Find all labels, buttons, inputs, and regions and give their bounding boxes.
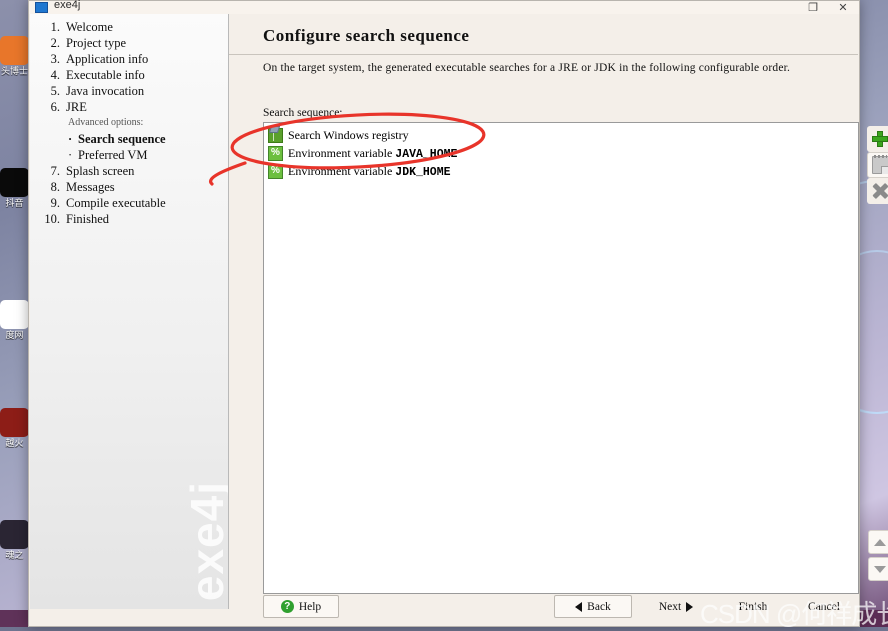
step-number: 6.: [38, 99, 60, 115]
step-number: 2.: [38, 35, 60, 51]
csdn-watermark: CSDN @何祥成长日志: [700, 594, 888, 631]
step-label: Java invocation: [66, 83, 144, 99]
arrow-left-icon: [575, 602, 582, 612]
back-label: Back: [587, 601, 611, 613]
next-label: Next: [659, 601, 681, 613]
title-divider: [229, 54, 858, 55]
sidebar-subitem-preferred-vm[interactable]: ·Preferred VM: [30, 147, 228, 163]
sidebar-subitem-search-sequence[interactable]: ·Search sequence: [30, 131, 228, 147]
search-sequence-row[interactable]: Search Windows registry: [264, 126, 858, 144]
step-label: Compile executable: [66, 195, 166, 211]
step-number: 10.: [38, 211, 60, 227]
help-label: Help: [299, 601, 321, 613]
close-icon[interactable]: ✕: [829, 1, 857, 14]
search-sequence-label: Search sequence:: [263, 107, 343, 119]
search-sequence-row[interactable]: % Environment variable JDK_HOME: [264, 162, 858, 180]
close-x-icon: [872, 183, 888, 199]
row-value: JAVA_HOME: [395, 148, 457, 161]
window-title: exe4j: [54, 0, 80, 11]
row-label: Search Windows registry: [288, 128, 409, 143]
sidebar-step-splash-screen[interactable]: 7. Splash screen: [30, 163, 228, 179]
step-number: 8.: [38, 179, 60, 195]
step-label: Messages: [66, 179, 115, 195]
search-sequence-row[interactable]: % Environment variable JAVA_HOME: [264, 144, 858, 162]
advanced-options-label: Advanced options:: [30, 115, 228, 131]
step-number: 4.: [38, 67, 60, 83]
sidebar-step-jre[interactable]: 6. JRE: [30, 99, 228, 115]
desktop-icon-column: 头博士抖音度网越火魂之: [0, 0, 29, 627]
desktop-icon[interactable]: [0, 520, 29, 549]
desktop-icon[interactable]: [0, 168, 29, 197]
desktop-icon[interactable]: [0, 36, 29, 65]
maximize-icon[interactable]: ❐: [799, 1, 827, 14]
percent-icon: %: [268, 146, 283, 161]
notepad-icon: [872, 156, 888, 174]
sidebar-step-compile-executable[interactable]: 9. Compile executable: [30, 195, 228, 211]
step-label: Splash screen: [66, 163, 134, 179]
back-button[interactable]: Back: [554, 595, 632, 618]
question-mark-icon: ?: [281, 600, 294, 613]
step-label: Welcome: [66, 19, 113, 35]
sidebar-step-java-invocation[interactable]: 5. Java invocation: [30, 83, 228, 99]
row-label: Environment variable JDK_HOME: [288, 164, 451, 179]
desktop-icon[interactable]: [0, 408, 29, 437]
step-label: JRE: [66, 99, 87, 115]
add-entry-button[interactable]: [867, 126, 888, 152]
percent-icon: %: [268, 164, 283, 179]
search-sequence-list[interactable]: Search Windows registry% Environment vari…: [263, 122, 859, 594]
step-number: 9.: [38, 195, 60, 211]
sidebar-step-welcome[interactable]: 1. Welcome: [30, 19, 228, 35]
row-text: Environment variable: [288, 164, 392, 178]
step-number: 1.: [38, 19, 60, 35]
step-label: Finished: [66, 211, 109, 227]
edit-entry-button[interactable]: [867, 152, 888, 178]
desktop-icon[interactable]: [0, 300, 29, 329]
desktop-icon-label: 度网: [0, 330, 29, 340]
step-number: 5.: [38, 83, 60, 99]
subitem-label: Search sequence: [78, 132, 166, 146]
desktop-icon-label: 抖音: [0, 198, 29, 208]
step-number: 3.: [38, 51, 60, 67]
intro-text: On the target system, the generated exec…: [263, 61, 822, 76]
sidebar-step-project-type[interactable]: 2. Project type: [30, 35, 228, 51]
sidebar-watermark: exe4j: [180, 481, 229, 601]
registry-icon: [268, 128, 283, 143]
window-titlebar: exe4j ❐ ✕: [29, 1, 859, 14]
desktop-icon-label: 越火: [0, 438, 29, 448]
sidebar-step-finished[interactable]: 10. Finished: [30, 211, 228, 227]
desktop-icon-label: 头博士: [0, 66, 29, 76]
wizard-step-list: 1. Welcome 2. Project type 3. Application inf…: [30, 14, 229, 609]
sidebar-step-application-info[interactable]: 3. Application info: [30, 51, 228, 67]
sidebar-step-executable-info[interactable]: 4. Executable info: [30, 67, 228, 83]
row-text: Environment variable: [288, 146, 392, 160]
plus-icon: [872, 131, 888, 147]
row-text: Search Windows registry: [288, 128, 409, 142]
page-title: Configure search sequence: [263, 26, 469, 46]
wizard-content-pane: Configure search sequence On the target …: [229, 14, 858, 609]
step-label: Application info: [66, 51, 148, 67]
step-label: Project type: [66, 35, 126, 51]
subitem-label: Preferred VM: [78, 148, 148, 162]
chevron-up-icon: [874, 539, 886, 546]
chevron-down-icon: [874, 566, 886, 573]
desktop-icon-label: 魂之: [0, 550, 29, 560]
move-down-button[interactable]: [868, 557, 888, 581]
step-label: Executable info: [66, 67, 145, 83]
app-icon: [35, 2, 48, 13]
sidebar-step-messages[interactable]: 8. Messages: [30, 179, 228, 195]
delete-entry-button[interactable]: [867, 178, 888, 204]
row-value: JDK_HOME: [395, 166, 450, 179]
arrow-right-icon: [686, 602, 693, 612]
step-number: 7.: [38, 163, 60, 179]
bullet-icon: ·: [68, 147, 78, 163]
bullet-icon: ·: [68, 131, 78, 147]
help-button[interactable]: ? Help: [263, 595, 339, 618]
exe4j-wizard-window: exe4j ❐ ✕ 1. Welcome 2. Project type 3. Appli…: [28, 0, 860, 627]
move-up-button[interactable]: [868, 530, 888, 554]
row-label: Environment variable JAVA_HOME: [288, 146, 457, 161]
